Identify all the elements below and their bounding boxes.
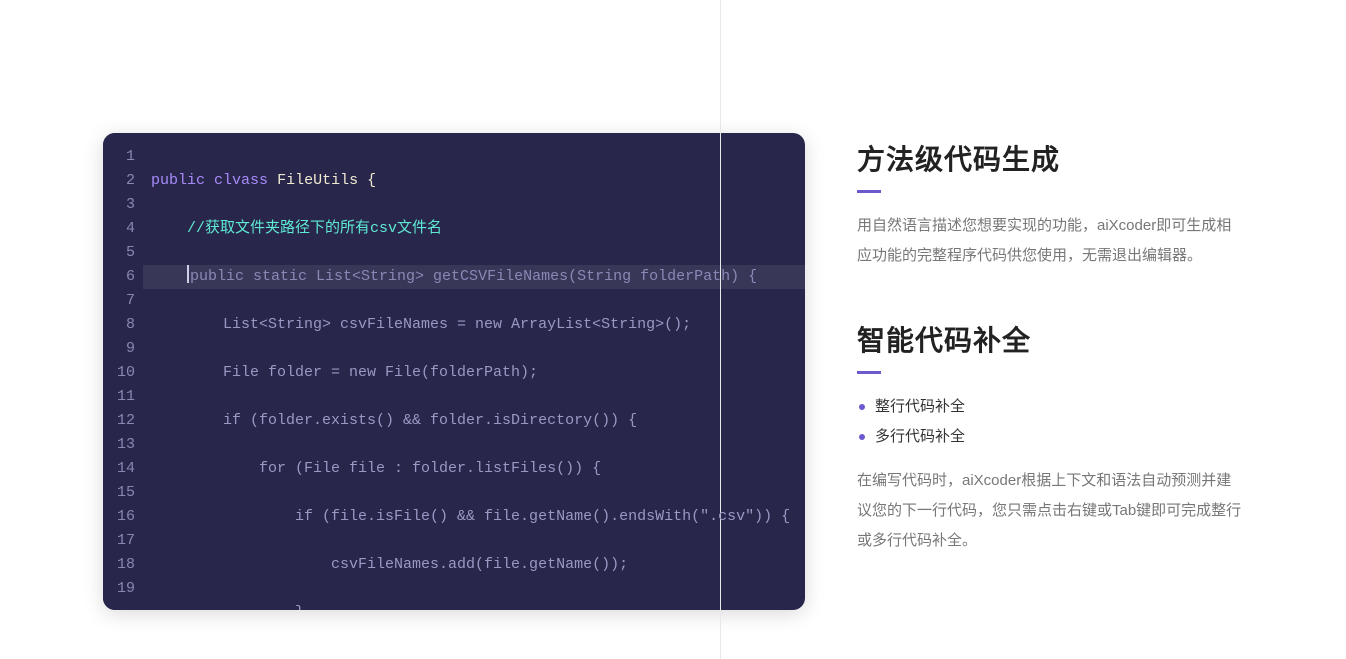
code-line-8: if (file.isFile() && file.getName().ends… — [151, 505, 805, 529]
feature-code-completion: 智能代码补全 整行代码补全 多行代码补全 在编写代码时，aiXcoder根据上下… — [857, 319, 1246, 556]
feature-method-generation: 方法级代码生成 用自然语言描述您想要实现的功能，aiXcoder即可生成相应功能… — [857, 138, 1246, 271]
code-line-9: csvFileNames.add(file.getName()); — [151, 553, 805, 577]
list-item: 整行代码补全 — [857, 392, 1246, 422]
line-number-gutter: 1 2 3 4 5 6 7 8 9 10 11 12 13 14 15 16 1 — [103, 133, 143, 610]
code-editor[interactable]: 1 2 3 4 5 6 7 8 9 10 11 12 13 14 15 16 1 — [103, 133, 805, 610]
code-line-3-suggestion[interactable]: public static List<String> getCSVFileNam… — [143, 265, 805, 289]
code-line-10: } — [151, 601, 805, 610]
feature-description: 在编写代码时，aiXcoder根据上下文和语法自动预测并建议您的下一行代码，您只… — [857, 466, 1246, 556]
code-line-7: for (File file : folder.listFiles()) { — [151, 457, 805, 481]
feature-title: 方法级代码生成 — [857, 138, 1246, 178]
code-body[interactable]: public clvass FileUtils { //获取文件夹路径下的所有c… — [143, 133, 805, 610]
cursor-icon — [187, 265, 189, 283]
feature-bullet-list: 整行代码补全 多行代码补全 — [857, 392, 1246, 452]
list-item: 多行代码补全 — [857, 422, 1246, 452]
feature-description: 用自然语言描述您想要实现的功能，aiXcoder即可生成相应功能的完整程序代码供… — [857, 211, 1246, 271]
code-line-4: List<String> csvFileNames = new ArrayLis… — [151, 313, 805, 337]
feature-title: 智能代码补全 — [857, 319, 1246, 359]
code-line-5: File folder = new File(folderPath); — [151, 361, 805, 385]
code-line-1: public clvass FileUtils { — [151, 169, 805, 193]
title-underline — [857, 190, 881, 193]
title-underline — [857, 371, 881, 374]
code-line-2: //获取文件夹路径下的所有csv文件名 — [151, 217, 805, 241]
code-line-6: if (folder.exists() && folder.isDirector… — [151, 409, 805, 433]
